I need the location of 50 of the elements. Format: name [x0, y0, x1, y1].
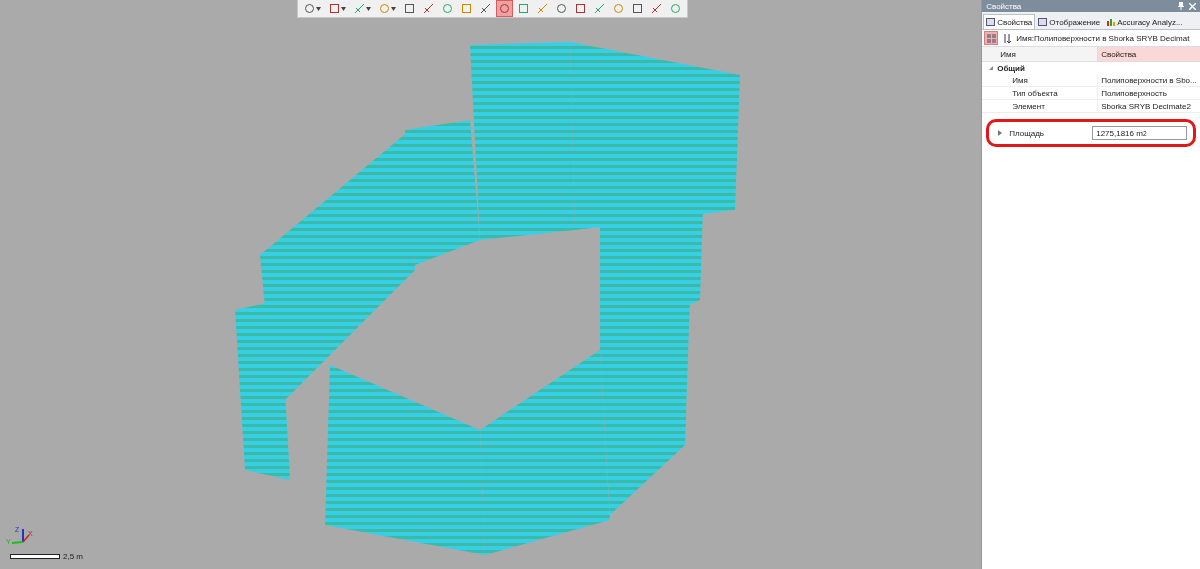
property-value: Полиповерхности в Sbo...	[1097, 74, 1200, 86]
property-value: Полиповерхность	[1097, 87, 1200, 99]
object-name: Имя:Полиповерхности в Sborka SRYB Decimat	[1016, 33, 1190, 43]
panel-tab[interactable]: Свойства	[983, 14, 1036, 29]
property-name: Площадь	[1009, 128, 1044, 138]
pin-icon[interactable]	[1178, 2, 1184, 10]
tool-icon	[442, 3, 453, 14]
column-header[interactable]: Свойства	[1097, 47, 1200, 61]
panel-tab[interactable]: Отображение	[1035, 14, 1104, 29]
tool-icon	[575, 3, 586, 14]
tab-icon	[986, 18, 996, 26]
categories-icon	[986, 33, 996, 43]
expand-arrow-icon[interactable]	[997, 130, 1004, 136]
scale-label: 2,5 m	[63, 552, 83, 561]
tool-icon	[304, 3, 315, 14]
tool-icon	[480, 3, 491, 14]
collapse-arrow-icon[interactable]	[988, 65, 995, 71]
property-value: Sborka SRYB Decimate2	[1097, 100, 1200, 112]
tool-icon	[329, 3, 340, 14]
sort-icon	[1002, 33, 1012, 43]
tool-icon	[379, 3, 390, 14]
tool-icon	[354, 3, 365, 14]
tool-icon	[632, 3, 643, 14]
scale-bar	[10, 554, 60, 559]
property-name: Элемент	[1011, 100, 1046, 112]
tool-icon	[461, 3, 472, 14]
tool-icon	[594, 3, 605, 14]
tab-icon	[1106, 18, 1116, 26]
tool-icon	[670, 3, 681, 14]
caret-icon	[341, 6, 346, 11]
panel-tab[interactable]: Accuracy Analyz...	[1103, 14, 1186, 29]
close-icon[interactable]	[1189, 2, 1196, 10]
tool-icon	[518, 3, 529, 14]
tool-icon	[499, 3, 510, 14]
caret-icon	[316, 6, 321, 11]
group-label: Общий	[997, 63, 1025, 73]
tool-icon	[423, 3, 434, 14]
panel-title: Свойства	[986, 1, 1022, 11]
caret-icon	[366, 6, 371, 11]
tool-icon	[613, 3, 624, 14]
tool-icon	[404, 3, 415, 14]
categorized-button[interactable]	[984, 31, 999, 45]
tool-icon	[651, 3, 662, 14]
tool-icon	[537, 3, 548, 14]
property-name: Имя	[1011, 74, 1029, 86]
tab-icon	[1038, 18, 1048, 26]
property-name: Тип объекта	[1011, 87, 1059, 99]
tool-icon	[556, 3, 567, 14]
caret-icon	[391, 6, 396, 11]
column-header[interactable]: Имя	[982, 47, 1098, 61]
